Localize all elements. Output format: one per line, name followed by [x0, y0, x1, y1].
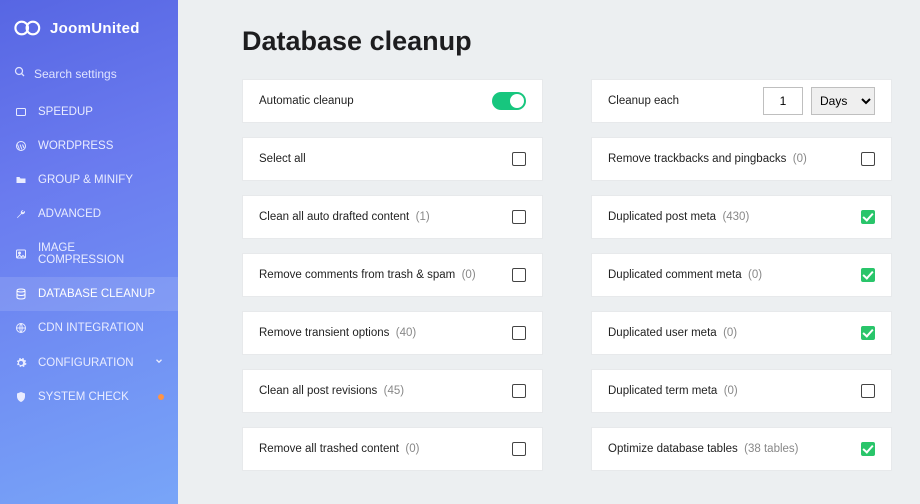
option-label: Duplicated term meta (0)	[608, 385, 738, 397]
gear-icon	[14, 357, 28, 369]
dup-user-meta-checkbox[interactable]	[861, 326, 875, 340]
right-column: Cleanup each Days Remove trackbacks and …	[591, 79, 892, 504]
sidebar-item-label: GROUP & MINIFY	[38, 174, 133, 186]
shield-check-icon	[14, 391, 28, 403]
option-automatic-cleanup: Automatic cleanup	[242, 79, 543, 123]
option-remove-trackbacks: Remove trackbacks and pingbacks (0)	[591, 137, 892, 181]
sidebar-item-label: WORDPRESS	[38, 140, 113, 152]
cleanup-each-unit-select[interactable]: Days	[811, 87, 875, 115]
option-clean-auto-drafted: Clean all auto drafted content (1)	[242, 195, 543, 239]
search-box[interactable]	[0, 58, 178, 95]
database-icon	[14, 288, 28, 300]
brand: JoomUnited	[0, 0, 178, 58]
option-label: Remove trackbacks and pingbacks (0)	[608, 153, 807, 165]
sidebar-item-database-cleanup[interactable]: DATABASE CLEANUP	[0, 277, 178, 311]
option-dup-post-meta: Duplicated post meta (430)	[591, 195, 892, 239]
sidebar-item-cdn-integration[interactable]: CDN INTEGRATION	[0, 311, 178, 345]
optimize-tables-checkbox[interactable]	[861, 442, 875, 456]
sidebar-nav: SPEEDUP WORDPRESS GROUP & MINIFY ADVANCE…	[0, 95, 178, 414]
page-title: Database cleanup	[242, 26, 892, 57]
sidebar-item-speedup[interactable]: SPEEDUP	[0, 95, 178, 129]
search-icon	[14, 66, 26, 81]
option-label: Select all	[259, 153, 306, 165]
option-label: Clean all post revisions (45)	[259, 385, 404, 397]
sidebar-item-label: IMAGE COMPRESSION	[38, 242, 164, 266]
image-icon	[14, 248, 28, 260]
option-label: Duplicated user meta (0)	[608, 327, 737, 339]
option-label: Optimize database tables (38 tables)	[608, 443, 799, 455]
option-label: Automatic cleanup	[259, 95, 354, 107]
sidebar-item-system-check[interactable]: SYSTEM CHECK	[0, 380, 178, 414]
main-content: Database cleanup Automatic cleanup Selec…	[178, 0, 920, 504]
option-cleanup-each: Cleanup each Days	[591, 79, 892, 123]
sidebar-item-image-compression[interactable]: IMAGE COMPRESSION	[0, 231, 178, 277]
sidebar-item-advanced[interactable]: ADVANCED	[0, 197, 178, 231]
select-all-checkbox[interactable]	[512, 152, 526, 166]
brand-name: JoomUnited	[50, 20, 140, 37]
sidebar-item-label: SPEEDUP	[38, 106, 93, 118]
sidebar: JoomUnited SPEEDUP WORDPRESS GROUP & MIN…	[0, 0, 178, 504]
option-dup-user-meta: Duplicated user meta (0)	[591, 311, 892, 355]
dup-post-meta-checkbox[interactable]	[861, 210, 875, 224]
sidebar-item-wordpress[interactable]: WORDPRESS	[0, 129, 178, 163]
remove-trackbacks-checkbox[interactable]	[861, 152, 875, 166]
clean-revisions-checkbox[interactable]	[512, 384, 526, 398]
remove-trash-spam-checkbox[interactable]	[512, 268, 526, 282]
option-label: Cleanup each	[608, 95, 679, 107]
gauge-icon	[14, 106, 28, 118]
option-clean-revisions: Clean all post revisions (45)	[242, 369, 543, 413]
option-label: Remove comments from trash & spam (0)	[259, 269, 476, 281]
dup-term-meta-checkbox[interactable]	[861, 384, 875, 398]
sidebar-item-label: CONFIGURATION	[38, 357, 134, 369]
cleanup-each-input[interactable]	[763, 87, 803, 115]
option-optimize-tables: Optimize database tables (38 tables)	[591, 427, 892, 471]
option-remove-trash-spam: Remove comments from trash & spam (0)	[242, 253, 543, 297]
wordpress-icon	[14, 140, 28, 152]
automatic-cleanup-toggle[interactable]	[492, 92, 526, 110]
chevron-down-icon	[154, 356, 164, 369]
option-remove-trashed: Remove all trashed content (0)	[242, 427, 543, 471]
option-select-all: Select all	[242, 137, 543, 181]
option-dup-comment-meta: Duplicated comment meta (0)	[591, 253, 892, 297]
remove-transient-checkbox[interactable]	[512, 326, 526, 340]
left-column: Automatic cleanup Select all Clean all a…	[242, 79, 543, 504]
brand-logo-icon	[14, 16, 42, 40]
option-label: Remove all trashed content (0)	[259, 443, 419, 455]
sidebar-item-label: CDN INTEGRATION	[38, 322, 144, 334]
option-dup-term-meta: Duplicated term meta (0)	[591, 369, 892, 413]
clean-auto-drafted-checkbox[interactable]	[512, 210, 526, 224]
option-label: Duplicated post meta (430)	[608, 211, 749, 223]
dup-comment-meta-checkbox[interactable]	[861, 268, 875, 282]
sidebar-item-group-minify[interactable]: GROUP & MINIFY	[0, 163, 178, 197]
alert-dot-icon	[158, 394, 164, 400]
sidebar-item-label: SYSTEM CHECK	[38, 391, 129, 403]
sidebar-item-label: DATABASE CLEANUP	[38, 288, 155, 300]
option-remove-transient: Remove transient options (40)	[242, 311, 543, 355]
sidebar-item-configuration[interactable]: CONFIGURATION	[0, 345, 178, 380]
wrench-icon	[14, 208, 28, 220]
sidebar-item-label: ADVANCED	[38, 208, 101, 220]
option-label: Duplicated comment meta (0)	[608, 269, 762, 281]
option-label: Remove transient options (40)	[259, 327, 416, 339]
folder-icon	[14, 174, 28, 186]
globe-icon	[14, 322, 28, 334]
remove-trashed-checkbox[interactable]	[512, 442, 526, 456]
search-input[interactable]	[34, 67, 164, 81]
option-label: Clean all auto drafted content (1)	[259, 211, 430, 223]
